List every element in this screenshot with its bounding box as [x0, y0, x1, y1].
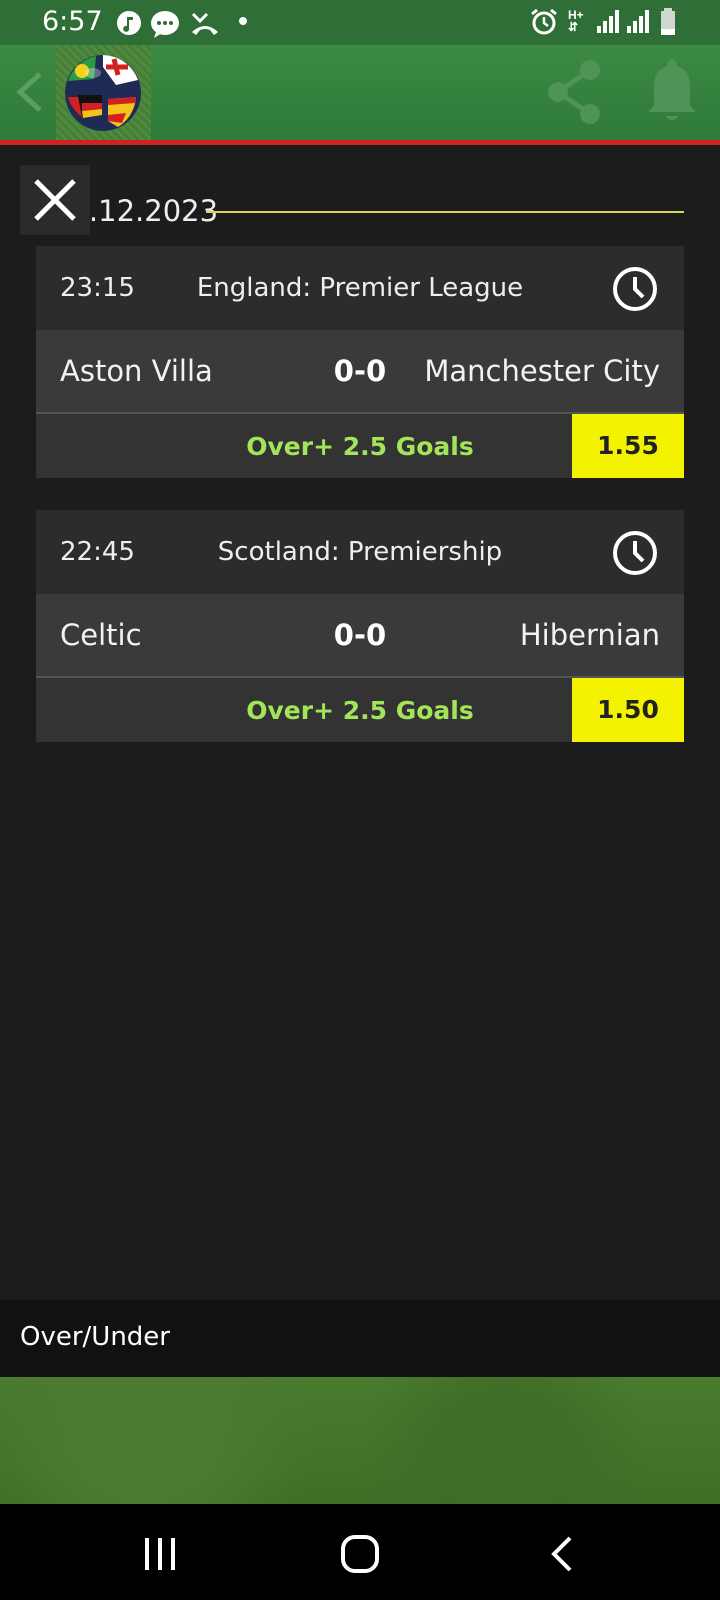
- match-teams: Aston Villa 0-0 Manchester City: [36, 330, 684, 414]
- odds-badge: 1.55: [572, 414, 684, 478]
- system-nav-bar: [0, 1504, 720, 1600]
- signal-icon: [597, 10, 619, 33]
- app-logo: [56, 45, 151, 140]
- chat-icon: [151, 11, 179, 38]
- match-tip: Over+ 2.5 Goals 1.55: [36, 414, 684, 478]
- close-button[interactable]: [20, 165, 90, 235]
- match-league: Scotland: Premiership: [217, 537, 503, 567]
- grass-banner: [0, 1377, 720, 1504]
- signal-icon: [627, 10, 649, 33]
- home-icon[interactable]: [340, 1534, 380, 1574]
- match-header: 23:15 England: Premier League: [36, 246, 684, 330]
- alarm-icon: [531, 8, 557, 35]
- match-card[interactable]: 23:15 England: Premier League Aston Vill…: [36, 246, 684, 478]
- share-icon[interactable]: [544, 56, 604, 126]
- football-flags-logo: [65, 55, 141, 131]
- app-bar-accent-line: [0, 140, 720, 145]
- match-header: 22:45 Scotland: Premiership: [36, 510, 684, 594]
- dot-icon: [239, 17, 247, 25]
- category-label: Over/Under: [20, 1322, 170, 1352]
- close-icon: [34, 179, 76, 221]
- network-type-label: H+: [568, 8, 584, 22]
- date-divider: [206, 211, 684, 213]
- battery-icon: [661, 8, 675, 35]
- away-team: Hibernian: [519, 618, 660, 652]
- clock-icon: [613, 531, 657, 575]
- status-bar: 6:57 H+ ⇵: [0, 0, 720, 45]
- missed-call-icon: [191, 12, 218, 35]
- away-team: Manchester City: [424, 354, 660, 388]
- match-tip: Over+ 2.5 Goals 1.50: [36, 678, 684, 742]
- clock-icon: [613, 267, 657, 311]
- back-icon[interactable]: [548, 1534, 576, 1574]
- hplus-data-icon: H+ ⇵: [568, 8, 584, 34]
- music-icon: [117, 11, 141, 35]
- recent-apps-icon[interactable]: [142, 1536, 178, 1572]
- match-teams: Celtic 0-0 Hibernian: [36, 594, 684, 678]
- match-card[interactable]: 22:45 Scotland: Premiership Celtic 0-0 H…: [36, 510, 684, 742]
- status-time: 6:57: [42, 6, 103, 37]
- category-bar[interactable]: Over/Under: [0, 1300, 720, 1377]
- back-arrow-icon[interactable]: [14, 70, 44, 114]
- bell-icon[interactable]: [644, 58, 700, 124]
- odds-badge: 1.50: [572, 678, 684, 742]
- match-league: England: Premier League: [196, 273, 524, 303]
